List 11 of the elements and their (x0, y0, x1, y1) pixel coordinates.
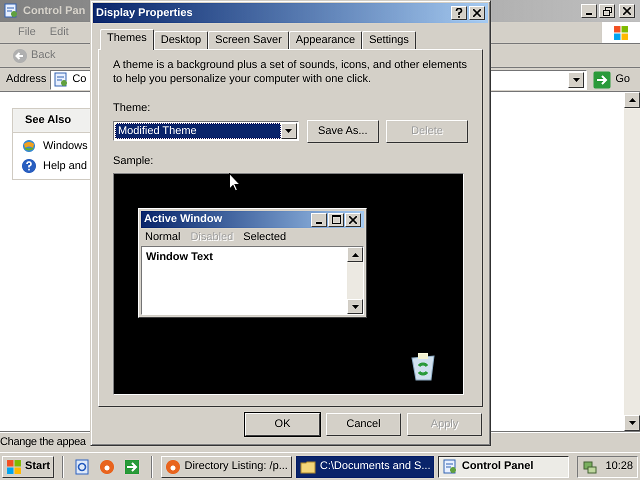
panel-title: See Also (25, 113, 72, 128)
window-title: Active Window (144, 212, 224, 228)
address-label: Address (6, 72, 46, 88)
window-title: Display Properties (96, 6, 194, 21)
theme-label: Theme: (113, 101, 152, 116)
clock: 10:28 (605, 459, 634, 474)
status-text: Change the appea (0, 435, 86, 450)
window-text: Window Text (146, 251, 213, 263)
description-text: A theme is a background plus a set of sounds, icons, and other elements to help you personalize your computer with one click. (113, 58, 468, 86)
window-title: Control Pan (23, 4, 86, 19)
sample-label: Sample: (113, 154, 154, 168)
